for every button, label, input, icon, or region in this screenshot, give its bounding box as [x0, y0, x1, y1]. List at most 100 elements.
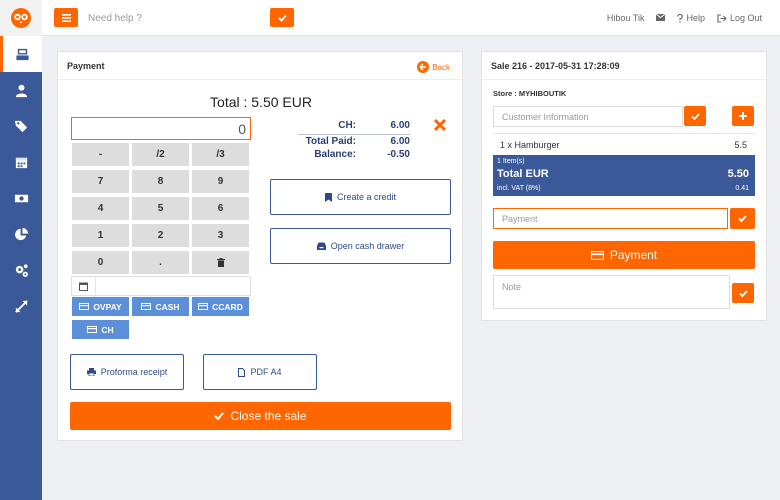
- key-6[interactable]: 6: [191, 196, 250, 221]
- sidebar-item-register[interactable]: [0, 36, 42, 72]
- customer-input[interactable]: [493, 106, 683, 127]
- pay-ch-button[interactable]: CH: [71, 319, 130, 340]
- amount-input[interactable]: [71, 117, 251, 140]
- help-search-input[interactable]: [82, 7, 268, 29]
- divider: [482, 79, 766, 80]
- help-link-label: Help: [686, 13, 705, 23]
- key-half[interactable]: /2: [131, 142, 190, 167]
- card-icon: [141, 303, 152, 310]
- expand-icon: [14, 299, 28, 313]
- card-icon: [590, 250, 604, 260]
- key-5[interactable]: 5: [131, 196, 190, 221]
- file-icon: [238, 367, 246, 377]
- tags-icon: [14, 120, 27, 132]
- key-8[interactable]: 8: [131, 169, 190, 194]
- key-4[interactable]: 4: [71, 196, 130, 221]
- back-button[interactable]: Back: [417, 61, 450, 73]
- plus-icon: [739, 112, 747, 120]
- sidebar-item-calendar[interactable]: [0, 144, 42, 180]
- key-9[interactable]: 9: [191, 169, 250, 194]
- check-icon: [214, 412, 225, 420]
- key-minus[interactable]: -: [71, 142, 130, 167]
- total-value: 5.50: [727, 168, 749, 180]
- pay-cash-button[interactable]: CASH: [131, 296, 190, 317]
- mail-button[interactable]: [656, 13, 666, 23]
- key-1[interactable]: 1: [71, 223, 130, 248]
- proforma-receipt-button[interactable]: Proforma receipt: [70, 354, 184, 390]
- pay-ovpay-button[interactable]: OVPAY: [71, 296, 130, 317]
- pdf-a4-label: PDF A4: [250, 367, 282, 377]
- remove-payment-icon[interactable]: [432, 117, 448, 133]
- vat-value: 0.41: [735, 185, 749, 192]
- customer-confirm-button[interactable]: [684, 106, 706, 126]
- menu-toggle-button[interactable]: [54, 8, 78, 27]
- key-2[interactable]: 2: [131, 223, 190, 248]
- question-icon: [677, 13, 684, 23]
- sidebar-item-reports[interactable]: [0, 216, 42, 252]
- add-customer-button[interactable]: [732, 106, 754, 126]
- payment-note-input[interactable]: [493, 208, 728, 229]
- user-name: Hibou Tik: [606, 13, 645, 23]
- payment-button[interactable]: Payment: [493, 241, 755, 269]
- note-confirm-button[interactable]: [732, 283, 754, 303]
- payment-panel: Payment Back Total : 5.50 EUR - /2 /3 7 …: [57, 51, 463, 441]
- pie-chart-icon: [14, 227, 28, 240]
- sidebar-item-fullscreen[interactable]: [0, 288, 42, 324]
- help-link[interactable]: Help: [677, 13, 705, 23]
- store-label: Store : MYHIBOUTIK: [493, 89, 567, 98]
- pay-ch-label: CH: [101, 324, 114, 335]
- back-label: Back: [432, 62, 450, 72]
- top-bar: Hibou Tik Help Log Out: [42, 0, 780, 36]
- summary-value: 6.00: [390, 120, 410, 131]
- summary-value: 6.00: [390, 136, 410, 147]
- card-icon: [198, 303, 209, 310]
- create-credit-button[interactable]: Create a credit: [270, 179, 451, 215]
- key-0[interactable]: 0: [71, 250, 130, 275]
- key-delete[interactable]: [191, 250, 250, 275]
- summary-row-balance: Balance: -0.50: [270, 149, 410, 162]
- note-textarea[interactable]: [493, 275, 730, 309]
- pay-ccard-button[interactable]: CCARD: [191, 296, 250, 317]
- close-sale-button[interactable]: Close the sale: [70, 402, 451, 430]
- owl-logo-icon[interactable]: [0, 0, 42, 36]
- sidebar-item-money[interactable]: [0, 180, 42, 216]
- bookmark-icon: [324, 192, 332, 202]
- top-right-links: Hibou Tik Help Log Out: [607, 0, 762, 36]
- money-icon: [14, 194, 28, 202]
- payment-summary: CH: 6.00 Total Paid: 6.00 Balance: -0.50: [270, 120, 410, 162]
- cogs-icon: [15, 263, 28, 277]
- sale-line-item[interactable]: 1 x Hamburger 5.5: [493, 140, 755, 150]
- calendar-icon: [15, 157, 27, 168]
- key-decimal[interactable]: .: [131, 250, 190, 275]
- logout-link[interactable]: Log Out: [717, 13, 762, 23]
- payment-confirm-button[interactable]: [730, 208, 755, 229]
- sidebar-item-products[interactable]: [0, 108, 42, 144]
- payment-button-label: Payment: [609, 248, 658, 262]
- check-icon: [690, 112, 700, 120]
- pdf-a4-button[interactable]: PDF A4: [203, 354, 317, 390]
- calendar-icon[interactable]: [72, 277, 96, 295]
- total-title: Total : 5.50 EUR: [210, 94, 312, 110]
- sidebar-item-customers[interactable]: [0, 72, 42, 108]
- total-label: Total EUR: [497, 168, 549, 180]
- sale-panel: Sale 216 - 2017-05-31 17:28:09 Store : M…: [481, 51, 767, 321]
- date-field[interactable]: [71, 276, 251, 296]
- logout-link-label: Log Out: [729, 13, 762, 23]
- trash-icon: [216, 258, 225, 267]
- key-7[interactable]: 7: [71, 169, 130, 194]
- register-icon: [16, 48, 29, 60]
- card-icon: [79, 303, 90, 310]
- divider: [58, 79, 462, 80]
- help-submit-button[interactable]: [270, 8, 294, 27]
- print-icon: [86, 368, 96, 376]
- summary-label: CH:: [338, 120, 356, 131]
- summary-label: Balance:: [314, 149, 356, 160]
- open-cash-drawer-button[interactable]: Open cash drawer: [270, 228, 451, 264]
- sidebar-item-settings[interactable]: [0, 252, 42, 288]
- check-icon: [277, 14, 287, 22]
- key-third[interactable]: /3: [191, 142, 250, 167]
- key-3[interactable]: 3: [191, 223, 250, 248]
- summary-row-ch: CH: 6.00: [270, 120, 410, 133]
- sidebar: [0, 0, 42, 500]
- card-icon: [87, 326, 98, 333]
